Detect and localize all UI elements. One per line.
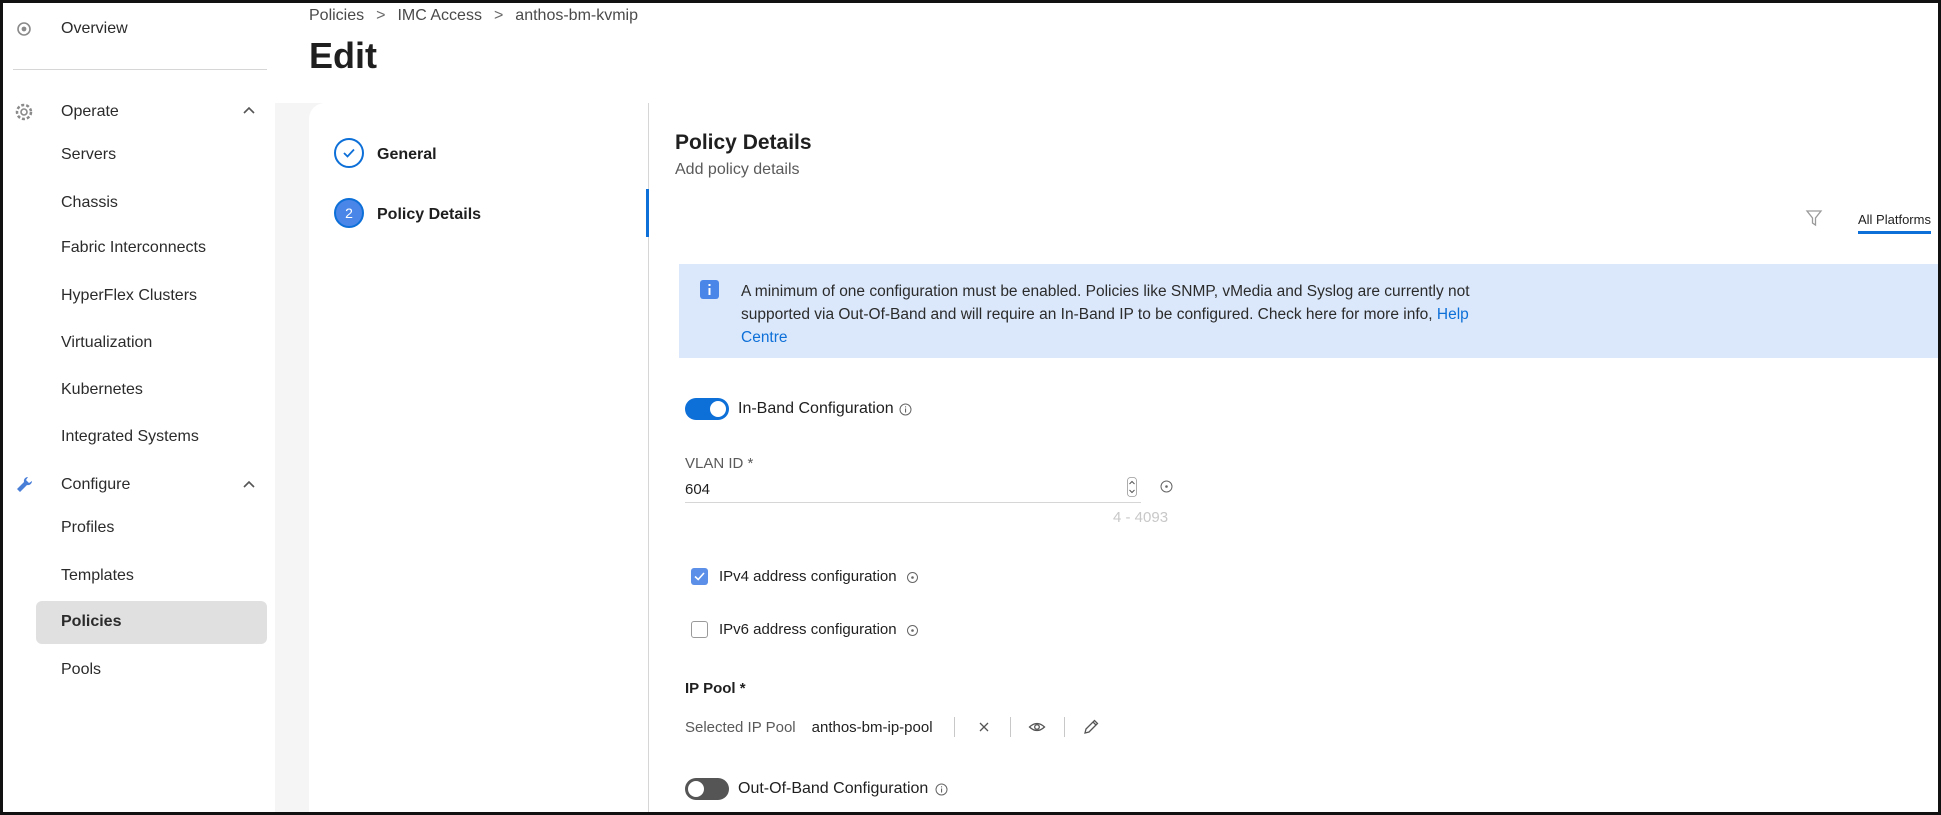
info-circle-icon[interactable] — [906, 571, 919, 584]
page-title: Edit — [309, 35, 377, 76]
pencil-icon[interactable] — [1082, 718, 1100, 736]
sidebar: Overview Operate Servers Chassis Fabric … — [3, 3, 275, 812]
separator — [953, 717, 955, 737]
step-complete-indicator[interactable] — [334, 138, 364, 168]
sidebar-item-virtualization[interactable]: Virtualization — [61, 334, 152, 352]
tab-all-platforms[interactable]: All Platforms — [1858, 212, 1931, 234]
breadcrumb: Policies > IMC Access > anthos-bm-kvmip — [309, 7, 638, 25]
selected-ip-pool-label: Selected IP Pool — [685, 718, 796, 736]
ipv4-label: IPv4 address configuration — [719, 568, 897, 585]
section-subtitle: Add policy details — [675, 161, 800, 178]
vlan-id-label: VLAN ID * — [685, 455, 754, 472]
policy-details-panel — [649, 103, 1938, 812]
sidebar-item-chassis[interactable]: Chassis — [61, 194, 118, 212]
step-policy-details[interactable]: Policy Details — [377, 206, 481, 224]
checkmark-icon — [343, 148, 355, 158]
checkmark-icon — [694, 572, 705, 581]
ip-pool-title: IP Pool * — [685, 680, 746, 697]
eye-icon[interactable] — [1028, 718, 1046, 736]
outofband-label: Out-Of-Band Configuration — [738, 780, 929, 797]
selected-ip-pool-value: anthos-bm-ip-pool — [811, 718, 933, 736]
info-circle-icon[interactable] — [1160, 480, 1173, 493]
sidebar-item-profiles[interactable]: Profiles — [61, 519, 114, 537]
breadcrumb-separator: > — [376, 7, 386, 24]
ipv6-label: IPv6 address configuration — [719, 621, 897, 638]
vlan-id-input[interactable]: 604 — [685, 477, 1141, 503]
breadcrumb-item-policies[interactable]: Policies — [309, 7, 364, 25]
info-circle-icon[interactable] — [935, 783, 948, 796]
spinner-arrows-icon[interactable] — [1127, 477, 1137, 497]
ipv6-checkbox[interactable] — [691, 621, 708, 638]
separator — [1009, 717, 1011, 737]
outofband-toggle[interactable] — [685, 778, 729, 800]
sidebar-item-integrated-systems[interactable]: Integrated Systems — [61, 428, 199, 446]
inband-label: In-Band Configuration — [738, 400, 894, 417]
section-title: Policy Details — [675, 131, 812, 154]
step-number-indicator[interactable]: 2 — [334, 198, 364, 228]
sidebar-item-overview[interactable]: Overview — [61, 20, 128, 38]
sidebar-section-configure[interactable]: Configure — [61, 476, 130, 494]
vlan-range-hint: 4 - 4093 — [1113, 509, 1169, 526]
gear-icon — [15, 103, 33, 121]
info-message: A minimum of one configuration must be e… — [741, 283, 1470, 323]
info-circle-icon[interactable] — [899, 403, 912, 416]
inband-toggle[interactable] — [685, 398, 729, 420]
ip-pool-row: Selected IP Pool anthos-bm-ip-pool — [685, 716, 1100, 738]
toggle-knob — [688, 781, 704, 797]
close-icon[interactable] — [975, 718, 993, 736]
info-banner-text: A minimum of one configuration must be e… — [741, 280, 1501, 349]
breadcrumb-item-imc-access[interactable]: IMC Access — [397, 7, 481, 25]
sidebar-item-fabric-interconnects[interactable]: Fabric Interconnects — [61, 239, 206, 257]
info-circle-icon[interactable] — [906, 624, 919, 637]
ipv4-checkbox[interactable] — [691, 568, 708, 585]
chevron-up-icon[interactable] — [241, 477, 257, 493]
sidebar-section-operate[interactable]: Operate — [61, 103, 119, 121]
app-window: Overview Operate Servers Chassis Fabric … — [0, 0, 1941, 815]
separator — [1063, 717, 1065, 737]
info-icon — [700, 280, 719, 299]
sidebar-divider — [13, 69, 267, 70]
filter-icon[interactable] — [1804, 208, 1824, 228]
sidebar-item-servers[interactable]: Servers — [61, 146, 116, 164]
step-general[interactable]: General — [377, 146, 437, 164]
sidebar-item-templates[interactable]: Templates — [61, 567, 134, 585]
sidebar-item-policies[interactable]: Policies — [61, 613, 121, 631]
overview-icon — [17, 22, 31, 36]
wrench-icon — [17, 476, 33, 492]
breadcrumb-item-current: anthos-bm-kvmip — [515, 7, 638, 24]
sidebar-item-pools[interactable]: Pools — [61, 661, 101, 679]
sidebar-item-hyperflex-clusters[interactable]: HyperFlex Clusters — [61, 287, 197, 305]
toggle-knob — [710, 401, 726, 417]
sidebar-item-kubernetes[interactable]: Kubernetes — [61, 381, 143, 399]
breadcrumb-separator: > — [493, 7, 504, 24]
chevron-up-icon[interactable] — [241, 103, 257, 119]
